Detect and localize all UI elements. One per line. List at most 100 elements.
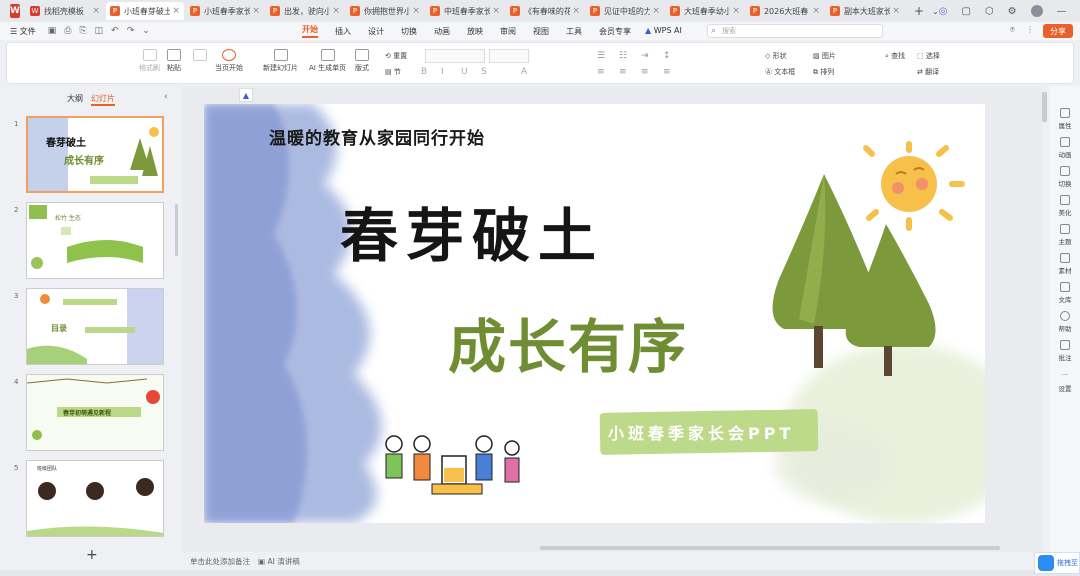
ai-generate-slide-button[interactable]: AI 生成单页 xyxy=(309,49,346,73)
rail-assets[interactable]: 素材 xyxy=(1050,253,1080,275)
align-right-icon[interactable]: ≡ xyxy=(641,67,649,77)
rail-transition[interactable]: 切换 xyxy=(1050,166,1080,188)
justify-icon[interactable]: ≡ xyxy=(663,67,671,77)
ai-speech-notes-button[interactable]: ▣ AI 演讲稿 xyxy=(258,556,300,567)
close-tab-icon[interactable]: × xyxy=(332,6,340,16)
document-tab[interactable]: P 小班春季家长 × xyxy=(186,2,264,20)
share-button[interactable]: 分享 xyxy=(1043,24,1073,38)
rail-beautify[interactable]: 美化 xyxy=(1050,195,1080,217)
wps-logo-icon[interactable]: W xyxy=(10,4,20,18)
format-painter-button[interactable]: 格式刷 xyxy=(139,49,160,73)
close-tab-icon[interactable]: × xyxy=(412,6,420,16)
user-avatar[interactable] xyxy=(1030,5,1043,17)
save-icon[interactable]: ▣ xyxy=(48,26,57,36)
slide-banner-text[interactable]: 小班春季家长会PPT xyxy=(608,420,794,444)
slide-thumbnail-2[interactable]: 松竹 生态 xyxy=(26,202,164,279)
numbered-list-icon[interactable]: ☷ xyxy=(619,51,627,61)
cube-icon[interactable]: ⬡ xyxy=(985,6,994,17)
new-tab-button[interactable]: + xyxy=(914,4,924,18)
line-spacing-icon[interactable]: ↕ xyxy=(663,51,671,61)
slide-thumbnail-3[interactable]: 目录 xyxy=(26,288,164,365)
document-tab[interactable]: P 大班春季幼小 × xyxy=(666,2,744,20)
reset-button[interactable]: ⟲ 重置 xyxy=(385,51,407,61)
font-family-select[interactable] xyxy=(425,49,485,63)
document-tab[interactable]: W 找稻壳模板 × xyxy=(26,2,104,20)
menu-tab[interactable]: 动画 xyxy=(434,26,450,37)
collapse-panel-button[interactable]: ‹ xyxy=(164,92,168,102)
close-tab-icon[interactable]: × xyxy=(92,6,100,16)
find-button[interactable]: ⌕ 查找 xyxy=(885,51,905,61)
menu-tab[interactable]: 工具 xyxy=(566,26,582,37)
menu-tab[interactable]: 放映 xyxy=(467,26,483,37)
rail-settings[interactable]: ··· 设置 xyxy=(1050,371,1080,393)
more-menu-icon[interactable]: ⋮ xyxy=(1026,25,1034,34)
more-quick-chevron-icon[interactable]: ⌄ xyxy=(142,26,150,36)
close-tab-icon[interactable]: × xyxy=(572,6,580,16)
menu-tab[interactable]: 开始 xyxy=(302,24,318,38)
search-input[interactable]: 搜索 xyxy=(707,24,883,38)
ai-assistant-icon[interactable]: ◎ xyxy=(939,6,948,17)
menu-tab[interactable]: 视图 xyxy=(533,26,549,37)
tab-list-chevron-icon[interactable]: ⌄ xyxy=(932,7,939,16)
paste-button[interactable]: 粘贴 xyxy=(167,49,181,73)
slideshow-start-button[interactable]: 当页开始 xyxy=(215,49,243,73)
print-icon[interactable]: ⎘ xyxy=(79,26,86,36)
wps-ai-button[interactable]: ▲ WPS AI xyxy=(645,26,682,35)
align-left-icon[interactable]: ≡ xyxy=(597,67,605,77)
cut-button[interactable] xyxy=(193,49,207,63)
underline-button[interactable]: U xyxy=(461,67,468,77)
document-tab[interactable]: P出发，驶向小班× xyxy=(266,2,344,20)
slide-thumbnail-5[interactable]: 班级团队 xyxy=(26,460,164,537)
menu-tab[interactable]: 审阅 xyxy=(500,26,516,37)
select-button[interactable]: ⬚ 选择 xyxy=(917,51,940,61)
italic-button[interactable]: I xyxy=(441,67,444,77)
translate-button[interactable]: ⇄ 翻译 xyxy=(917,67,939,77)
tab-slides[interactable]: 幻灯片 xyxy=(91,93,115,106)
rail-comments[interactable]: 批注 xyxy=(1050,340,1080,362)
canvas-horizontal-scrollbar[interactable] xyxy=(540,546,1000,550)
rail-help[interactable]: 帮助 xyxy=(1050,311,1080,333)
document-tab[interactable]: P 你拥抱世界小 × xyxy=(346,2,424,20)
export-icon[interactable]: ⎙ xyxy=(64,26,71,36)
close-tab-icon[interactable]: × xyxy=(732,6,740,16)
bold-button[interactable]: B xyxy=(421,67,427,77)
slide-title-secondary[interactable]: 成长有序 xyxy=(448,300,688,384)
close-tab-icon[interactable]: × xyxy=(492,6,500,16)
close-tab-icon[interactable]: × xyxy=(652,6,660,16)
section-button[interactable]: ▤ 节 xyxy=(385,67,401,77)
menu-tab[interactable]: 切换 xyxy=(401,26,417,37)
document-tab[interactable]: P《有春味的花》× xyxy=(506,2,584,20)
new-slide-button[interactable]: 新建幻灯片 xyxy=(263,49,298,73)
shape-button[interactable]: ◇ 形状 xyxy=(765,51,787,61)
document-tab[interactable]: P 中班春季家长 × xyxy=(426,2,504,20)
document-tab[interactable]: P见证中班的力量× xyxy=(586,2,664,20)
undo-icon[interactable]: ↶ xyxy=(111,26,119,36)
menu-tab[interactable]: 设计 xyxy=(368,26,384,37)
preview-icon[interactable]: ◫ xyxy=(95,26,104,36)
slide-canvas[interactable]: 温暖的教育从家园同行开始 春芽破土 成长有序 小班春季家长会PPT xyxy=(204,104,985,523)
panel-scrollbar[interactable] xyxy=(175,204,178,256)
bullet-list-icon[interactable]: ☰ xyxy=(597,51,605,61)
redo-icon[interactable]: ↷ xyxy=(127,26,135,36)
picture-button[interactable]: ▨ 图片 xyxy=(813,51,836,61)
close-tab-icon[interactable]: × xyxy=(812,6,820,16)
notes-input[interactable]: 单击此处添加备注 xyxy=(190,556,250,567)
slide-subtitle[interactable]: 温暖的教育从家园同行开始 xyxy=(269,124,485,149)
menu-tab[interactable]: 会员专享 xyxy=(599,26,631,37)
arrange-button[interactable]: ⧉ 排列 xyxy=(813,67,834,77)
slide-title-main[interactable]: 春芽破土 xyxy=(340,189,604,273)
close-tab-icon[interactable]: × xyxy=(892,6,900,16)
minimize-button[interactable]: — xyxy=(1057,6,1067,17)
close-tab-icon[interactable]: × xyxy=(252,6,260,16)
canvas-vertical-scrollbar[interactable] xyxy=(1042,92,1047,122)
document-tab[interactable]: P副本大班家长会× xyxy=(826,2,904,20)
slide-thumbnail-4[interactable]: 春芽初萌遇见新程 xyxy=(26,374,164,451)
ai-float-button[interactable]: ▲ xyxy=(239,88,253,102)
restore-layout-icon[interactable]: ▢ xyxy=(961,6,970,17)
textbox-button[interactable]: Ⓐ 文本框 xyxy=(765,67,795,77)
close-tab-icon[interactable]: × xyxy=(172,6,180,16)
align-center-icon[interactable]: ≡ xyxy=(619,67,627,77)
notification-icon[interactable]: ⍟ xyxy=(1010,25,1015,35)
slide-thumbnail-1[interactable]: 春芽破土 成长有序 xyxy=(26,116,164,193)
font-size-select[interactable] xyxy=(489,49,529,63)
